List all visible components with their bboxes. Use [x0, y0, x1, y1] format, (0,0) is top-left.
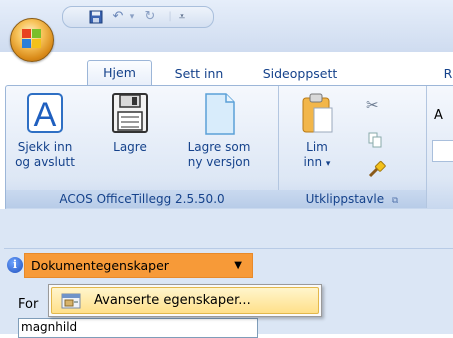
clipboard-label-text: Utklippstavle — [305, 192, 385, 206]
group-clipboard: Lim inn ▾ ✂ Utklippstavle ⧉ — [278, 86, 427, 208]
caret-down-icon: ▼ — [234, 260, 242, 271]
quick-access-toolbar: ↶ ▾ ↻ | ⩡ — [62, 6, 214, 28]
group-acos-label: ACOS OfficeTillegg 2.5.50.0 — [6, 190, 278, 208]
save-icon[interactable] — [89, 10, 103, 24]
paste-label-line1: Lim — [306, 140, 328, 154]
group-acos: A Sjekk inn og avslutt Lagre Lagre som n… — [6, 86, 279, 208]
paste-icon — [300, 92, 334, 136]
paste-button[interactable]: Lim inn ▾ — [292, 92, 342, 172]
info-bar: i Dokumentegenskaper ▼ — [4, 248, 453, 282]
info-icon: i — [7, 257, 23, 273]
paste-label-line2: inn ▾ — [303, 155, 331, 169]
group-font-partial: A — [426, 86, 453, 208]
check-in-button[interactable]: A Sjekk inn og avslutt — [12, 92, 78, 170]
office-button[interactable] — [10, 18, 54, 62]
save-new-version-button[interactable]: Lagre som ny versjon — [174, 92, 264, 170]
ribbon-tabs: Hjem Sett inn Sideoppsett R — [0, 52, 453, 87]
new-document-icon — [200, 92, 238, 136]
customize-dropdown-icon[interactable]: ⩡ — [175, 10, 189, 24]
copy-icon[interactable] — [368, 132, 382, 148]
undo-icon[interactable]: ↶ — [111, 10, 125, 24]
advanced-properties-label: Avanserte egenskaper... — [94, 293, 251, 308]
document-properties-dropdown[interactable]: Dokumentegenskaper ▼ — [24, 253, 253, 278]
dialog-launcher-icon[interactable]: ⧉ — [392, 196, 398, 206]
font-box-partial[interactable]: A — [434, 108, 443, 123]
group-clipboard-label: Utklippstavle ⧉ — [278, 190, 426, 208]
check-in-label-line2: og avslutt — [15, 155, 75, 169]
font-control-partial[interactable] — [432, 140, 453, 162]
author-field[interactable]: magnhild — [18, 318, 258, 338]
title-bar: ↶ ▾ ↻ | ⩡ — [0, 0, 453, 52]
check-in-label-line1: Sjekk inn — [17, 140, 73, 154]
properties-icon — [61, 292, 83, 310]
cut-icon[interactable]: ✂ — [366, 96, 379, 114]
check-in-icon: A — [26, 92, 64, 136]
tab-sideoppsett[interactable]: Sideoppsett — [250, 64, 350, 85]
save-icon — [111, 92, 149, 136]
paste-dropdown-icon[interactable]: ▾ — [326, 159, 331, 169]
tab-hjem[interactable]: Hjem — [87, 60, 152, 87]
redo-icon[interactable]: ↻ — [143, 10, 157, 24]
document-properties-menu: Avanserte egenskaper... — [48, 284, 322, 317]
svg-text:A: A — [34, 96, 57, 134]
save-label: Lagre — [113, 140, 147, 154]
form-label: For — [18, 297, 39, 312]
save-new-version-label-line2: ny versjon — [187, 155, 251, 169]
undo-dropdown-icon[interactable]: ▾ — [125, 10, 139, 24]
tab-partial[interactable]: R — [438, 64, 453, 85]
tab-sett-inn[interactable]: Sett inn — [160, 64, 238, 85]
menu-item-advanced-properties[interactable]: Avanserte egenskaper... — [51, 287, 319, 314]
save-button[interactable]: Lagre — [102, 92, 158, 155]
format-painter-icon[interactable] — [368, 160, 386, 178]
document-properties-label: Dokumentegenskaper — [31, 258, 169, 273]
office-logo-icon — [22, 29, 42, 49]
save-new-version-label-line1: Lagre som — [187, 140, 251, 154]
ribbon: A Sjekk inn og avslutt Lagre Lagre som n… — [5, 85, 453, 211]
